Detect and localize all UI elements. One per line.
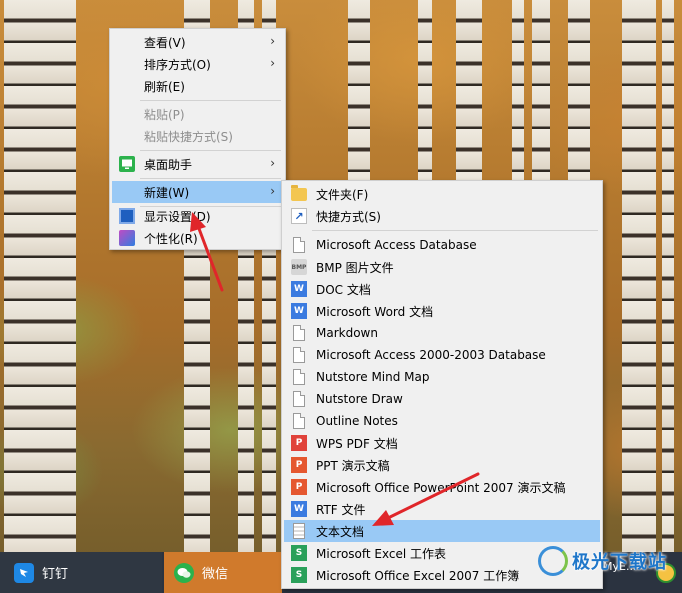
taskbar-item-wechat[interactable]: 微信 <box>164 552 282 593</box>
ppt-icon: P <box>291 457 307 473</box>
chevron-right-icon: › <box>270 34 275 48</box>
new-item-markdown[interactable]: Markdown <box>284 322 600 344</box>
menu-item-label: 个性化(R) <box>144 231 198 246</box>
menu-item-label: Markdown <box>316 326 378 340</box>
chevron-right-icon: › <box>270 56 275 70</box>
menu-item-label: WPS PDF 文档 <box>316 436 398 451</box>
new-item-text-document[interactable]: 文本文档 <box>284 520 600 542</box>
menu-item-new[interactable]: 新建(W) › <box>112 181 283 203</box>
menu-item-label: 刷新(E) <box>144 79 185 94</box>
menu-item-label: 桌面助手 <box>144 157 193 172</box>
new-item-ppt[interactable]: P PPT 演示文稿 <box>284 454 600 476</box>
menu-item-label: 文件夹(F) <box>316 187 369 202</box>
menu-item-label: 排序方式(O) <box>144 57 211 72</box>
menu-item-label: 粘贴快捷方式(S) <box>144 129 233 144</box>
menu-item-label: 查看(V) <box>144 35 186 50</box>
menu-item-label: Microsoft Office Excel 2007 工作簿 <box>316 568 520 583</box>
menu-item-view[interactable]: 查看(V) › <box>112 31 283 53</box>
new-item-access-database[interactable]: Microsoft Access Database <box>284 234 600 256</box>
new-item-shortcut[interactable]: ↗ 快捷方式(S) <box>284 205 600 227</box>
menu-item-label: Microsoft Access Database <box>316 238 477 252</box>
word-doc-icon: W <box>291 501 307 517</box>
menu-item-label: 快捷方式(S) <box>316 209 381 224</box>
new-item-doc[interactable]: W DOC 文档 <box>284 278 600 300</box>
menu-item-label: Microsoft Office PowerPoint 2007 演示文稿 <box>316 480 566 495</box>
blank-file-icon <box>293 347 305 363</box>
excel-icon: S <box>291 567 307 583</box>
new-item-powerpoint-2007[interactable]: P Microsoft Office PowerPoint 2007 演示文稿 <box>284 476 600 498</box>
desktop-assistant-icon <box>119 156 135 172</box>
word-doc-icon: W <box>291 281 307 297</box>
wallpaper-birch-trunk <box>4 0 64 593</box>
blank-file-icon <box>293 369 305 385</box>
menu-item-label: BMP 图片文件 <box>316 260 394 275</box>
new-item-rtf[interactable]: W RTF 文件 <box>284 498 600 520</box>
chevron-right-icon: › <box>270 156 275 170</box>
menu-item-label: RTF 文件 <box>316 502 366 517</box>
menu-item-label: PPT 演示文稿 <box>316 458 390 473</box>
new-item-nutstore-draw[interactable]: Nutstore Draw <box>284 388 600 410</box>
menu-item-sort-by[interactable]: 排序方式(O) › <box>112 53 283 75</box>
wallpaper-birch-trunk <box>662 0 674 593</box>
folder-icon <box>291 185 307 201</box>
menu-item-label: Outline Notes <box>316 414 398 428</box>
blank-file-icon <box>293 413 305 429</box>
excel-icon: S <box>291 545 307 561</box>
menu-item-label: 粘贴(P) <box>144 107 185 122</box>
menu-item-label: DOC 文档 <box>316 282 371 297</box>
menu-item-personalize[interactable]: 个性化(R) <box>112 227 283 249</box>
wallpaper-birch-trunk <box>622 0 656 593</box>
menu-separator <box>140 100 281 101</box>
menu-separator <box>312 230 598 231</box>
wechat-icon <box>174 562 194 583</box>
blank-file-icon <box>293 325 305 341</box>
blank-file-icon <box>293 391 305 407</box>
menu-item-paste[interactable]: 粘贴(P) <box>112 103 283 125</box>
new-submenu: 文件夹(F) ↗ 快捷方式(S) Microsoft Access Databa… <box>281 180 603 589</box>
menu-item-label: Microsoft Access 2000-2003 Database <box>316 348 546 362</box>
new-item-access-2000-2003[interactable]: Microsoft Access 2000-2003 Database <box>284 344 600 366</box>
new-item-bmp-image[interactable]: BMP BMP 图片文件 <box>284 256 600 278</box>
bmp-file-icon: BMP <box>291 259 307 275</box>
taskbar-item-label: 钉钉 <box>42 567 69 582</box>
new-item-wps-pdf[interactable]: P WPS PDF 文档 <box>284 432 600 454</box>
menu-item-label: Nutstore Mind Map <box>316 370 430 384</box>
new-item-outline-notes[interactable]: Outline Notes <box>284 410 600 432</box>
menu-item-label: 文本文档 <box>316 524 365 539</box>
shortcut-icon: ↗ <box>291 208 307 224</box>
personalize-icon <box>119 230 135 246</box>
desktop-context-menu: 查看(V) › 排序方式(O) › 刷新(E) 粘贴(P) 粘贴快捷方式(S) … <box>109 28 286 250</box>
menu-item-display-settings[interactable]: 显示设置(D) <box>112 205 283 227</box>
new-item-folder[interactable]: 文件夹(F) <box>284 183 600 205</box>
chevron-right-icon: › <box>270 184 275 198</box>
dingtalk-icon <box>14 562 34 583</box>
menu-item-label: Microsoft Excel 工作表 <box>316 546 447 561</box>
menu-item-label: 显示设置(D) <box>144 209 211 224</box>
taskbar-item-dingtalk[interactable]: 钉钉 <box>0 552 162 593</box>
wallpaper-birch-trunk <box>62 0 76 593</box>
display-settings-icon <box>119 208 135 224</box>
word-doc-icon: W <box>291 303 307 319</box>
ppt-icon: P <box>291 479 307 495</box>
menu-separator <box>140 178 281 179</box>
blank-file-icon <box>293 237 305 253</box>
text-file-icon <box>293 523 305 539</box>
menu-item-refresh[interactable]: 刷新(E) <box>112 75 283 97</box>
watermark-text: 极光下载站 <box>572 552 667 573</box>
menu-item-desktop-assistant[interactable]: 桌面助手 › <box>112 153 283 175</box>
new-item-nutstore-mind-map[interactable]: Nutstore Mind Map <box>284 366 600 388</box>
new-item-word-document[interactable]: W Microsoft Word 文档 <box>284 300 600 322</box>
taskbar-item-label: 微信 <box>202 567 229 582</box>
site-watermark: 极光下载站 <box>538 540 678 582</box>
menu-item-paste-shortcut[interactable]: 粘贴快捷方式(S) <box>112 125 283 147</box>
menu-separator <box>140 150 281 151</box>
menu-item-label: Microsoft Word 文档 <box>316 304 434 319</box>
watermark-logo-icon <box>538 546 568 576</box>
pdf-icon: P <box>291 435 307 451</box>
menu-item-label: 新建(W) <box>144 185 190 200</box>
menu-item-label: Nutstore Draw <box>316 392 403 406</box>
